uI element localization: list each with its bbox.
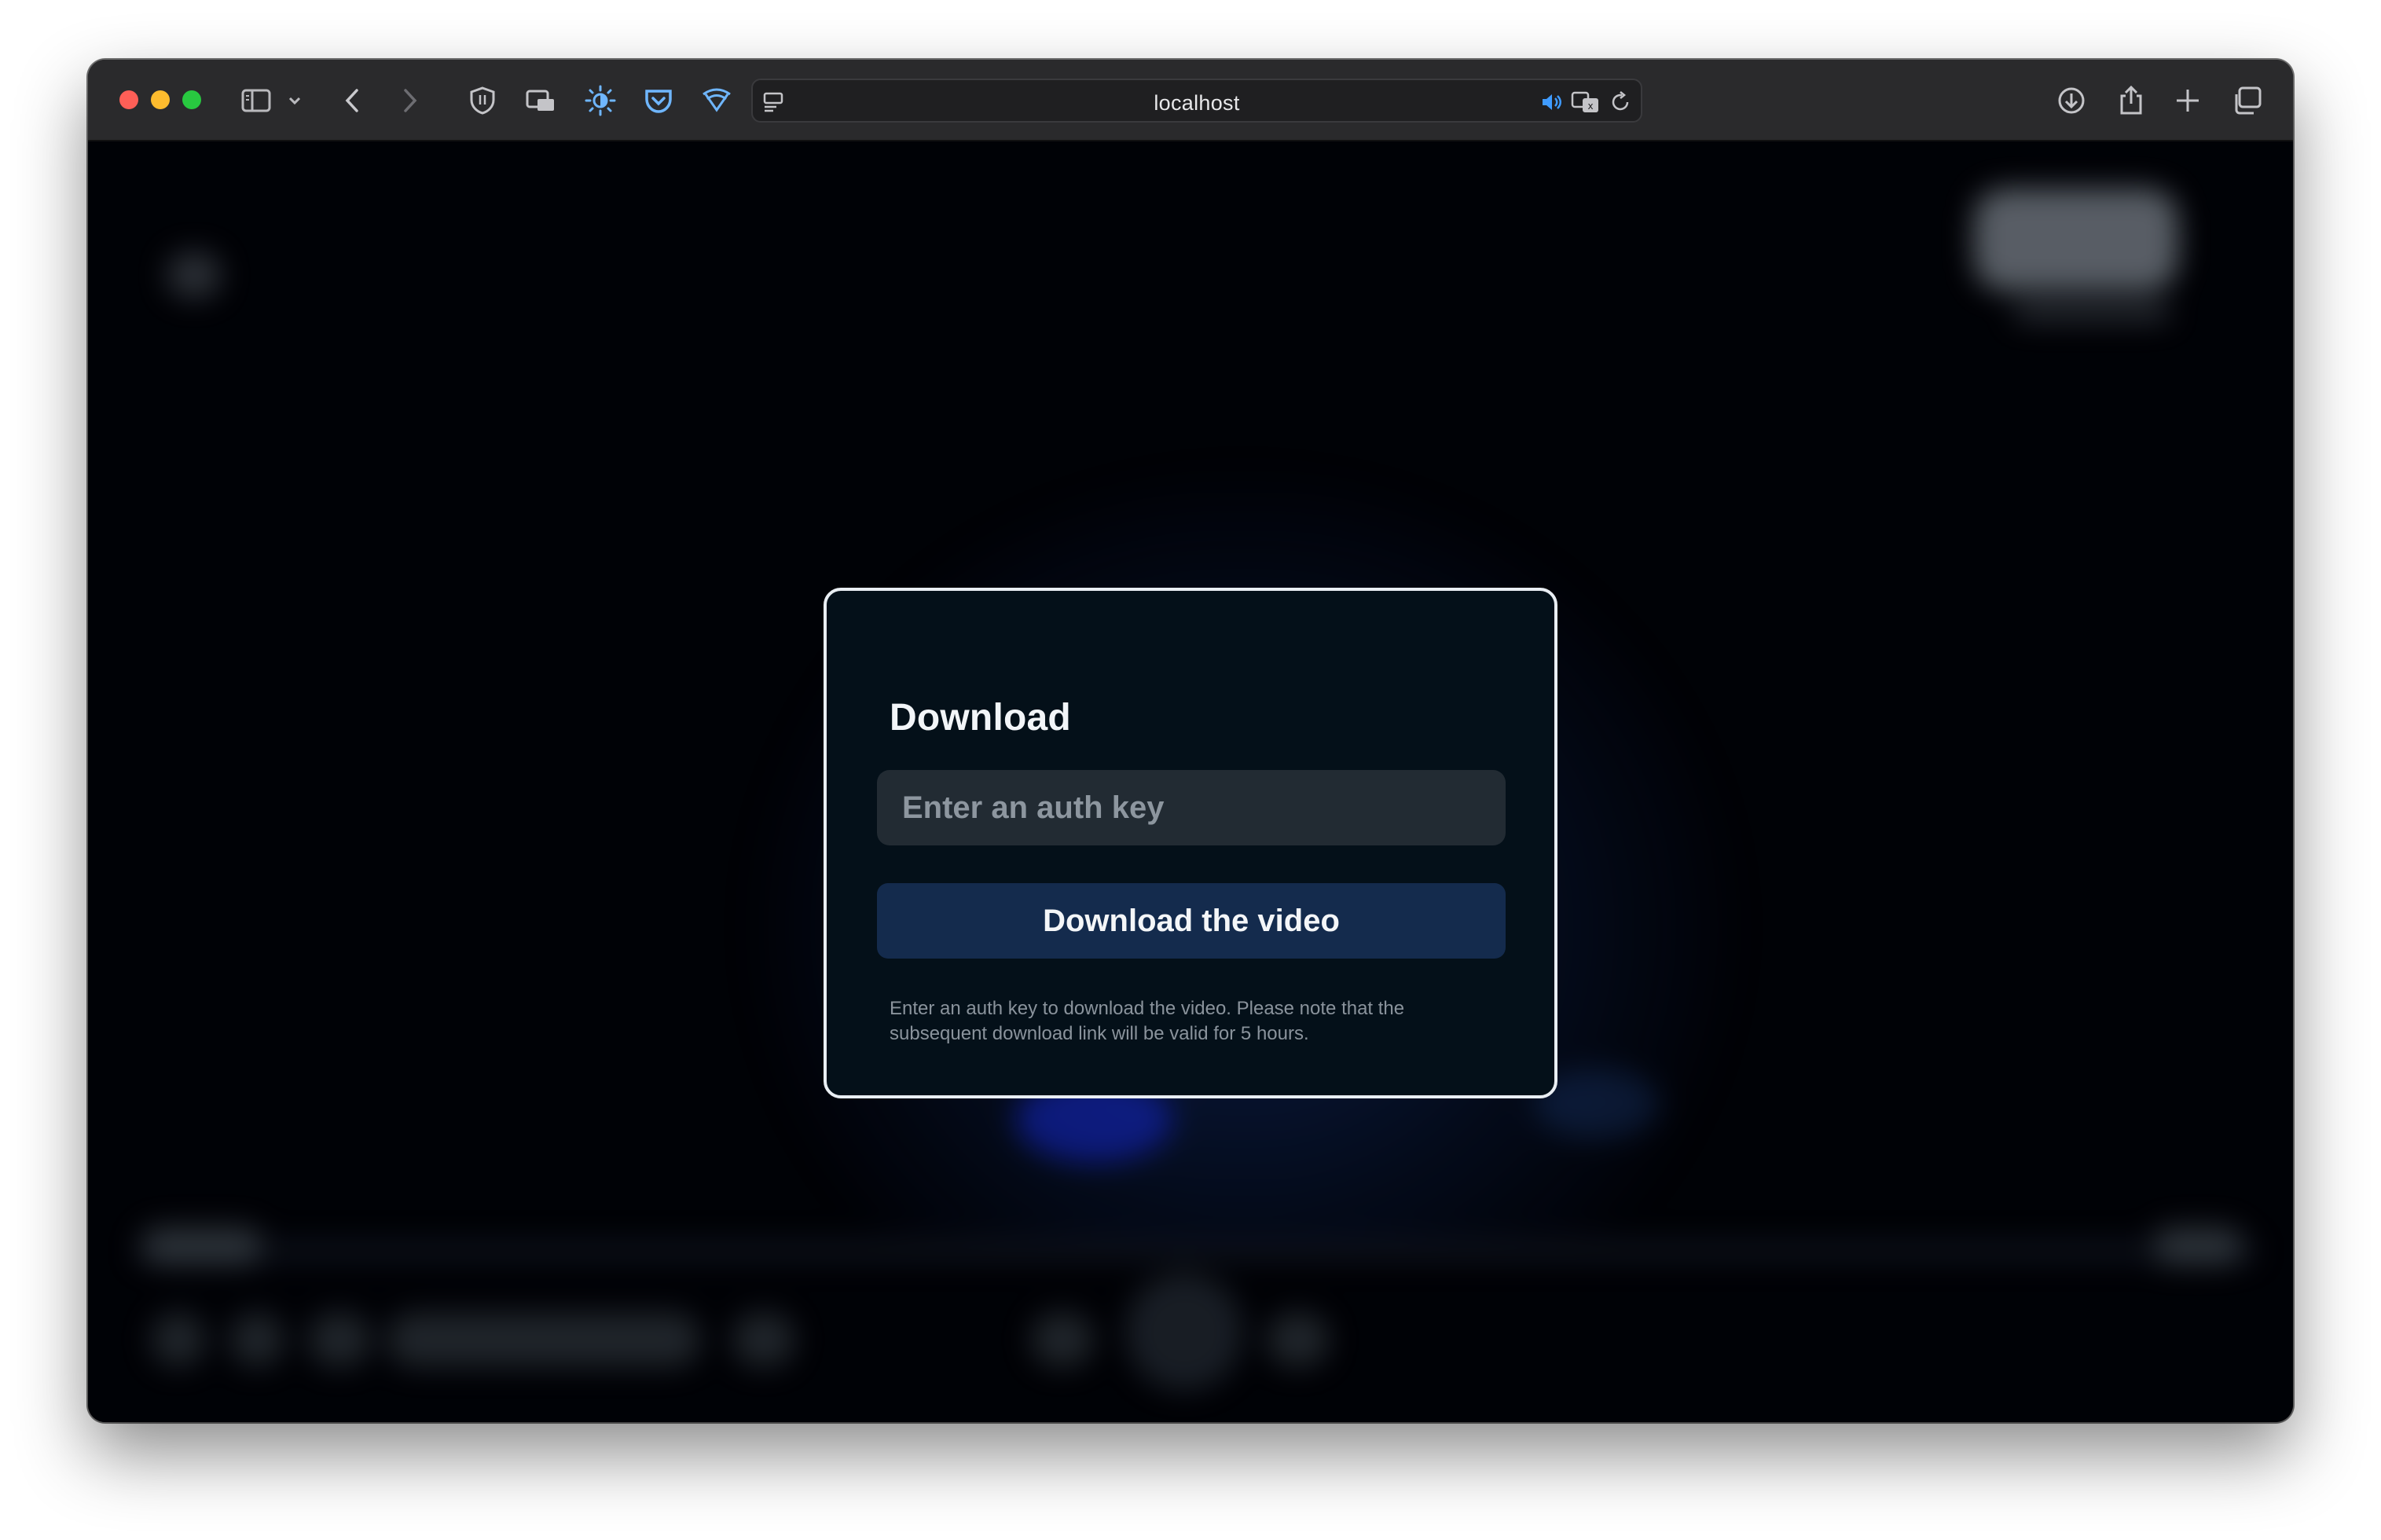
wifi-shield-icon[interactable] xyxy=(699,83,734,118)
browser-window: localhost x Download Enter an auth key D… xyxy=(88,60,2293,1422)
translate-icon[interactable]: x xyxy=(1570,90,1601,115)
share-icon[interactable] xyxy=(2114,83,2148,118)
close-window-button[interactable] xyxy=(119,90,138,109)
modal-title: Download xyxy=(890,697,1071,739)
download-modal: Download Download the video Enter an aut… xyxy=(824,588,1557,1098)
download-video-button[interactable]: Download the video xyxy=(877,883,1506,959)
download-help-text: Enter an auth key to download the video.… xyxy=(890,998,1405,1044)
speaker-icon[interactable] xyxy=(1539,90,1564,115)
back-arrow-icon[interactable] xyxy=(336,83,371,118)
shield-icon[interactable] xyxy=(465,83,500,118)
page-content: Download Download the video Enter an aut… xyxy=(88,141,2293,1422)
svg-text:x: x xyxy=(1587,101,1593,112)
address-url: localhost xyxy=(1154,91,1240,115)
reload-icon[interactable] xyxy=(1608,90,1633,115)
chevron-down-icon[interactable] xyxy=(283,83,306,118)
screenshot-stage: localhost x Download Enter an auth key D… xyxy=(0,0,2381,1540)
tab-overview-icon[interactable] xyxy=(2230,83,2265,118)
sidebar-icon[interactable] xyxy=(239,83,273,118)
forward-arrow-icon[interactable] xyxy=(391,83,426,118)
picture-in-picture-icon[interactable] xyxy=(523,83,558,118)
brightness-icon[interactable] xyxy=(583,83,618,118)
plus-icon[interactable] xyxy=(2170,83,2205,118)
auth-key-input[interactable] xyxy=(877,770,1506,845)
minimize-window-button[interactable] xyxy=(151,90,170,109)
download-icon[interactable] xyxy=(2054,83,2089,118)
zoom-window-button[interactable] xyxy=(182,90,201,109)
pocket-icon[interactable] xyxy=(641,83,676,118)
browser-toolbar: localhost x xyxy=(88,60,2293,141)
address-bar[interactable]: localhost x xyxy=(751,79,1642,123)
